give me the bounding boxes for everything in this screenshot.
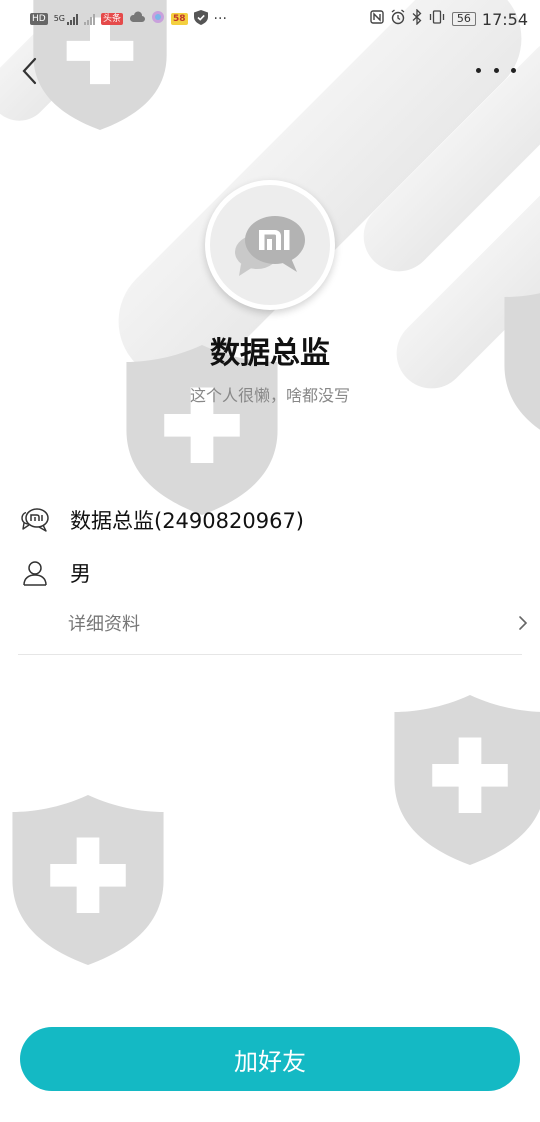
add-friend-button[interactable]: 加好友 <box>20 1027 520 1091</box>
account-row: 数据总监(2490820967) <box>18 500 528 540</box>
network-type-label: 5G <box>53 14 65 23</box>
nfc-icon <box>370 10 384 28</box>
mi-chat-logo-icon <box>235 216 305 276</box>
detail-info-row[interactable]: 详细资料 <box>68 604 528 642</box>
app-notification-badge: 头条 <box>101 13 124 25</box>
gender-row: 男 <box>18 553 528 593</box>
more-dot <box>511 67 516 73</box>
section-divider <box>18 654 522 655</box>
status-bar-right: 56 17:54 <box>370 8 528 29</box>
signal-icon <box>84 13 95 25</box>
profile-signature: 这个人很懒，啥都没写 <box>189 386 350 405</box>
signal-icon: 5G <box>54 13 78 25</box>
more-options-button[interactable] <box>476 58 516 82</box>
battery-indicator: 56 <box>451 12 476 26</box>
person-icon <box>18 556 52 590</box>
status-bar-left: HD 5G 头条 58 ··· <box>30 9 227 29</box>
hd-indicator: HD <box>30 13 48 25</box>
chevron-right-icon <box>519 616 528 630</box>
alarm-icon <box>390 9 406 29</box>
gender-text: 男 <box>70 562 91 586</box>
account-text: 数据总监(2490820967) <box>70 509 304 533</box>
avatar-image <box>210 185 330 305</box>
app-notification-58: 58 <box>171 13 188 25</box>
avatar[interactable] <box>205 180 335 310</box>
watermark-shield-icon <box>394 695 540 865</box>
detail-info-label: 详细资料 <box>68 614 140 635</box>
more-dot <box>476 67 481 73</box>
top-nav <box>0 48 540 94</box>
back-button[interactable] <box>14 54 44 88</box>
bluetooth-icon <box>412 8 422 29</box>
profile-display-name: 数据总监 <box>210 336 330 371</box>
chevron-left-icon <box>22 57 37 85</box>
app-notification-icon <box>151 10 165 28</box>
shield-check-icon <box>193 9 208 29</box>
more-dot <box>493 67 499 73</box>
more-notifications-label: ··· <box>213 11 227 27</box>
watermark-shield-icon <box>12 795 164 965</box>
status-bar: HD 5G 头条 58 ··· 56 17:54 <box>0 0 540 38</box>
mi-chat-icon <box>18 503 52 537</box>
cloud-icon <box>129 11 146 27</box>
clock: 17:54 <box>481 9 528 29</box>
vibrate-icon <box>428 10 446 28</box>
